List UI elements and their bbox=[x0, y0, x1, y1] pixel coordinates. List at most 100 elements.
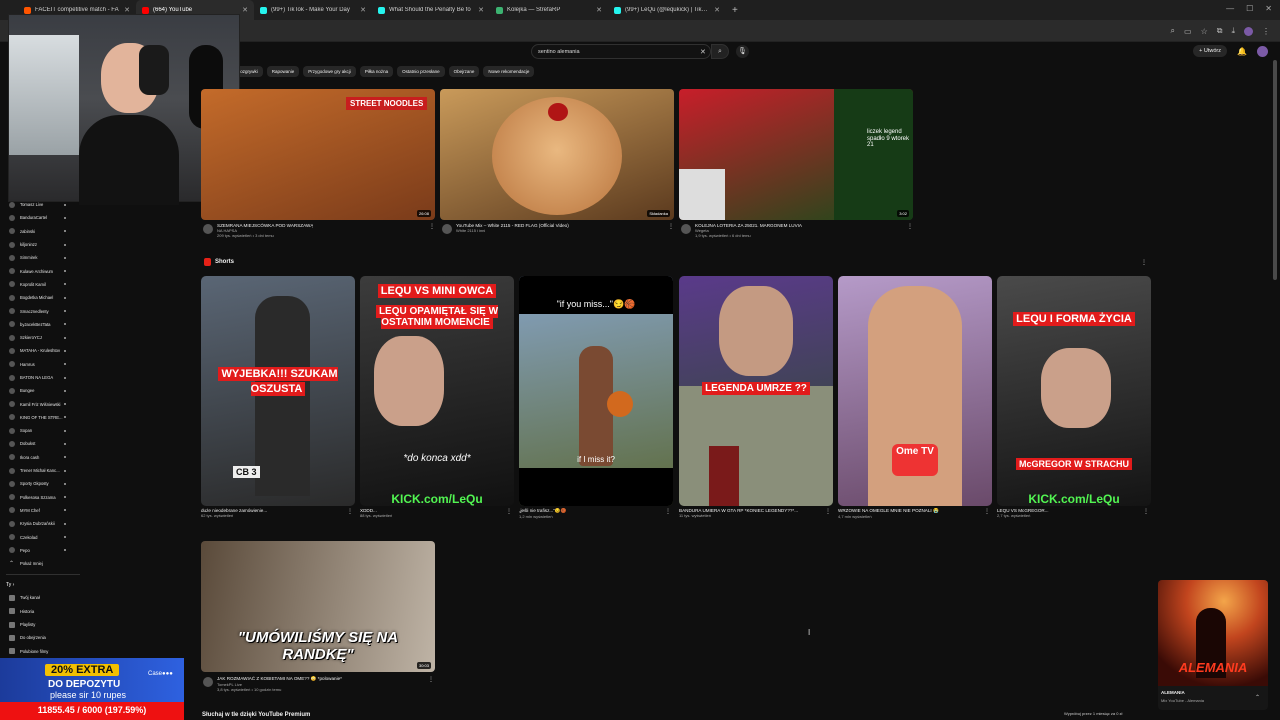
search-input[interactable]: sentino alemania bbox=[531, 44, 711, 59]
sidebar-subscription-item[interactable]: Smacznedlenty bbox=[0, 304, 86, 317]
bookmark-star-icon[interactable]: ☆ bbox=[1201, 27, 1208, 36]
sidebar-subscription-item[interactable]: zabinski bbox=[0, 225, 86, 238]
sidebar-subscription-item[interactable]: Dobukst bbox=[0, 437, 86, 450]
filter-chip[interactable]: Obejrzane bbox=[448, 66, 480, 77]
short-thumbnail[interactable]: LEGENDA UMRZE ?? bbox=[679, 276, 833, 506]
sidebar-subscription-item[interactable]: BanduraCartel bbox=[0, 211, 86, 224]
channel-avatar bbox=[9, 334, 15, 341]
sidebar-subscription-item[interactable]: byJacekBezTata bbox=[0, 318, 86, 331]
short-more-icon[interactable]: ⋮ bbox=[984, 508, 990, 515]
sidebar-subscription-item[interactable]: Polkesosa Szzama bbox=[0, 491, 86, 504]
notifications-icon[interactable]: 🔔 bbox=[1237, 47, 1247, 56]
sidebar-you-item[interactable]: Historia bbox=[0, 605, 86, 618]
minimize-icon[interactable]: — bbox=[1226, 4, 1234, 13]
cast-icon[interactable]: ▭ bbox=[1184, 27, 1192, 36]
video-thumbnail-4[interactable]: "UMÓWILIŚMY SIĘ NA RANDKĘ" 30:03 bbox=[201, 541, 435, 672]
short-more-icon[interactable]: ⋮ bbox=[1143, 508, 1149, 515]
sidebar-subscription-item[interactable]: kiljoninzz bbox=[0, 238, 86, 251]
sidebar-subscription-item[interactable]: Trener Michał Kanc... bbox=[0, 464, 86, 477]
close-tab-icon[interactable]: ✕ bbox=[478, 6, 484, 14]
short-thumbnail[interactable]: WYJEBKA!!! SZUKAM OSZUSTA CB 3 bbox=[201, 276, 355, 506]
video-channel[interactable]: White 2115 i inni bbox=[456, 228, 569, 233]
sidebar-subscription-item[interactable]: Czekolad bbox=[0, 530, 86, 543]
sidebar-subscription-item[interactable]: Bogdetka Michael bbox=[0, 291, 86, 304]
channel-avatar[interactable] bbox=[203, 224, 213, 234]
sidebar-subscription-item[interactable]: MYM Chef bbox=[0, 504, 86, 517]
page-scrollbar[interactable] bbox=[1273, 60, 1277, 280]
short-thumbnail[interactable]: Ome TV bbox=[838, 276, 992, 506]
filter-chip[interactable]: Nowe rekomendacje bbox=[483, 66, 535, 77]
video-thumbnail[interactable]: Składanka bbox=[440, 89, 674, 220]
sidebar-subscription-item[interactable]: Pepo bbox=[0, 544, 86, 557]
sidebar-subscription-item[interactable]: Sporty Gkposty bbox=[0, 477, 86, 490]
sidebar-you-item[interactable]: Polubione filmy bbox=[0, 645, 86, 658]
search-button[interactable]: ⌕ bbox=[711, 44, 729, 59]
sidebar-subscription-item[interactable]: Ikora cash bbox=[0, 451, 86, 464]
short-thumbnail[interactable]: LEQU I FORMA ŻYCIA McGREGOR W STRACHU KICK… bbox=[997, 276, 1151, 506]
short-more-icon[interactable]: ⋮ bbox=[347, 508, 353, 515]
sidebar-you-item[interactable]: Do obejrzenia bbox=[0, 631, 86, 644]
short-more-icon[interactable]: ⋮ bbox=[665, 508, 671, 515]
close-tab-icon[interactable]: ✕ bbox=[360, 6, 366, 14]
close-window-icon[interactable]: ✕ bbox=[1265, 4, 1272, 13]
menu-icon[interactable]: ⋮ bbox=[1262, 27, 1270, 36]
chevron-up-icon[interactable]: ⌃ bbox=[1255, 694, 1260, 701]
browser-tab[interactable]: Kolejka — StrefaRP ✕ bbox=[490, 0, 608, 20]
sidebar-you-heading[interactable]: Ty › bbox=[0, 579, 86, 591]
sidebar-subscription-item[interactable]: Krysia Dubrzańskii bbox=[0, 517, 86, 530]
short-more-icon[interactable]: ⋮ bbox=[506, 508, 512, 515]
filter-chip[interactable]: Ostatnio przesłane bbox=[397, 66, 445, 77]
filter-chip[interactable]: Piłka nożna bbox=[359, 66, 394, 77]
close-tab-icon[interactable]: ✕ bbox=[714, 6, 720, 14]
clear-search-icon[interactable]: ✕ bbox=[700, 48, 706, 56]
sidebar-subscription-item[interactable]: Kamil Friz Wiśniewski bbox=[0, 397, 86, 410]
close-tab-icon[interactable]: ✕ bbox=[124, 6, 130, 14]
search-icon[interactable]: ⌕ bbox=[1171, 26, 1175, 36]
sidebar-subscription-item[interactable]: KING OF THE STRE... bbox=[0, 411, 86, 424]
close-tab-icon[interactable]: ✕ bbox=[242, 6, 248, 14]
miniplayer[interactable]: ALEMANIA ALEMANIA Mix YouTube - Alemania… bbox=[1158, 580, 1268, 710]
channel-avatar[interactable] bbox=[442, 224, 452, 234]
video-thumbnail[interactable]: STREET NOODLES 26:08 bbox=[201, 89, 435, 220]
maximize-icon[interactable]: ☐ bbox=[1246, 4, 1253, 13]
new-tab-button[interactable]: + bbox=[732, 5, 738, 16]
sidebar-subscription-item[interactable]: Sopan bbox=[0, 424, 86, 437]
close-tab-icon[interactable]: ✕ bbox=[596, 6, 602, 14]
filter-chip[interactable]: Przygodowe gry akcji bbox=[303, 66, 356, 77]
sidebar-subscription-item[interactable]: ⌃ Pokaż mniej bbox=[0, 557, 86, 570]
sidebar-subscription-item[interactable]: MATAHA - Kruleshtov bbox=[0, 344, 86, 357]
sidebar-subscription-item[interactable]: Bungee bbox=[0, 384, 86, 397]
extensions-icon[interactable]: ⧉ bbox=[1217, 26, 1223, 36]
browser-tab[interactable]: (99+) TikTok - Make Your Day ✕ bbox=[254, 0, 372, 20]
sidebar-subscription-item[interactable]: SzkieroYCJ bbox=[0, 331, 86, 344]
short-info: LEQU VS McGREGOR... 2,7 tys. wyświetleń ⋮ bbox=[997, 508, 1151, 518]
sidebar-subscription-item[interactable]: Koprolit Kamil bbox=[0, 278, 86, 291]
short-thumbnail[interactable]: "if you miss..."😏🏀 if I miss it? bbox=[519, 276, 673, 506]
video-title[interactable]: KOLEJNA LOTERIA ZA 25021. MARGONEM LUVIA bbox=[695, 223, 802, 228]
video-more-icon[interactable]: ⋮ bbox=[668, 223, 674, 230]
sidebar-you-item[interactable]: Twój kanał bbox=[0, 591, 86, 604]
video-more-icon[interactable]: ⋮ bbox=[429, 223, 435, 230]
profile-icon[interactable] bbox=[1244, 26, 1253, 36]
sidebar-subscription-item[interactable]: Kulawe Archiwum bbox=[0, 264, 86, 277]
sidebar-subscription-item[interactable]: BATON NA LEGA bbox=[0, 371, 86, 384]
video-thumbnail[interactable]: liczek legend spadło 9 wtorek 21 3:02 bbox=[679, 89, 913, 220]
shorts-more-icon[interactable]: ⋮ bbox=[1141, 259, 1147, 266]
channel-avatar[interactable] bbox=[681, 224, 691, 234]
video-more-icon[interactable]: ⋮ bbox=[428, 676, 434, 683]
short-thumbnail[interactable]: LEQU VS MINI OWCA LEQU OPAMIĘTAŁ SIĘ W OS… bbox=[360, 276, 514, 506]
browser-tab[interactable]: What Should the Penalty Be fo ✕ bbox=[372, 0, 490, 20]
sidebar-subscription-item[interactable]: Hamrus bbox=[0, 358, 86, 371]
create-button[interactable]: + Utwórz bbox=[1193, 45, 1228, 57]
downloads-icon[interactable]: ⤓ bbox=[1231, 26, 1235, 36]
video-more-icon[interactable]: ⋮ bbox=[907, 223, 913, 230]
sidebar-subscription-item[interactable]: Simmirek bbox=[0, 251, 86, 264]
short-more-icon[interactable]: ⋮ bbox=[825, 508, 831, 515]
avatar[interactable] bbox=[1257, 45, 1268, 57]
sidebar-you-item[interactable]: Playlisty bbox=[0, 618, 86, 631]
voice-search-button[interactable]: 🎙 bbox=[736, 45, 749, 58]
channel-avatar[interactable] bbox=[203, 677, 213, 687]
premium-trial-text[interactable]: Wypróbuj przez 1 miesiąc za 0 zł bbox=[1064, 711, 1122, 716]
browser-tab[interactable]: (99+) LeQu (@lequkick) | TikTok ✕ bbox=[608, 0, 726, 20]
filter-chip[interactable]: Rapowanie bbox=[266, 66, 300, 77]
